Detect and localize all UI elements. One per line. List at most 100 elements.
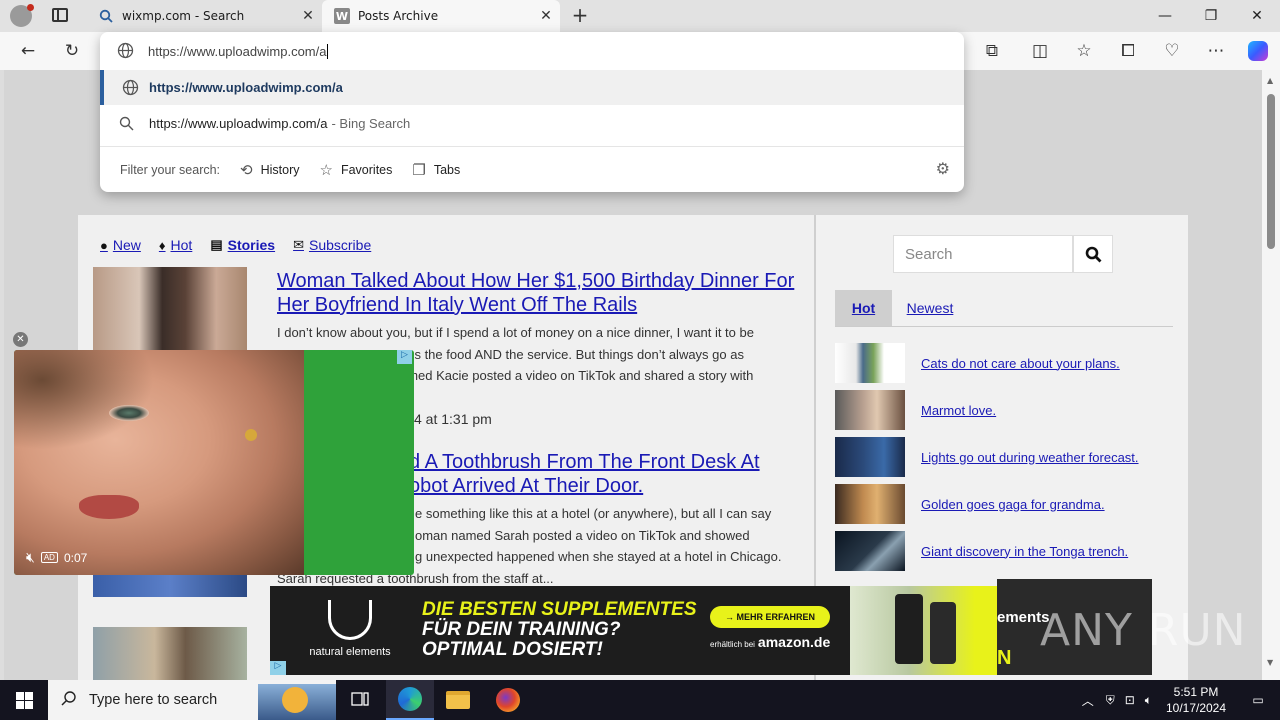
close-icon[interactable]: ✕ (13, 332, 28, 347)
close-icon[interactable]: ✕ (294, 8, 322, 24)
tabs-icon: ❐ (412, 161, 426, 179)
sidebar-item[interactable]: Lights go out during weather forecast. (835, 437, 1175, 477)
firefox-logo (496, 688, 520, 712)
search-button[interactable] (1073, 235, 1113, 273)
chip-label: Favorites (340, 162, 393, 177)
filter-tabs[interactable]: ❐ Tabs (412, 161, 460, 179)
story-thumbnail[interactable] (93, 627, 247, 680)
more-menu-icon[interactable]: ⋯ (1200, 35, 1232, 67)
banner-cta-button[interactable]: → MEHR ERFAHREN (710, 606, 830, 628)
security-icon[interactable]: ⛨ (1106, 693, 1115, 708)
volume-icon[interactable]: 🔈︎ (1145, 693, 1152, 708)
search-highlight-image (258, 684, 336, 720)
gear-icon[interactable]: ⚙ (936, 159, 950, 179)
profile-avatar[interactable] (10, 4, 34, 27)
tab-newest[interactable]: Newest (899, 290, 961, 326)
filter-favorites[interactable]: ☆ Favorites (320, 161, 393, 179)
minimize-button[interactable]: — (1142, 0, 1188, 32)
story-title[interactable]: d A Toothbrush From The Front Desk At ob… (409, 450, 809, 498)
tab-posts-archive[interactable]: W Posts Archive ✕ (322, 0, 560, 32)
item-link[interactable]: Cats do not care about your plans. (921, 356, 1120, 371)
new-tab-button[interactable]: + (568, 4, 592, 28)
nav-new[interactable]: ● New (100, 237, 141, 253)
window-close-button[interactable]: ✕ (1234, 0, 1280, 32)
mute-icon[interactable]: 🔇︎ (26, 549, 35, 566)
sidebar-item[interactable]: Marmot love. (835, 390, 1175, 430)
scroll-down-icon[interactable]: ▼ (1267, 658, 1273, 667)
favorites-star-icon[interactable]: ☆ (1068, 35, 1100, 67)
notifications-icon[interactable]: ▭ (1236, 693, 1280, 707)
video-eye (109, 405, 149, 421)
scroll-thumb[interactable] (1267, 94, 1275, 249)
flame-icon: ♦ (158, 237, 166, 253)
history-icon: ⟲ (240, 161, 253, 179)
notification-dot (27, 4, 34, 11)
nav-stories[interactable]: ▤ Stories (210, 237, 275, 253)
brand-logo-icon (328, 600, 372, 640)
tab-bar: wixmp.com - Search ✕ W Posts Archive ✕ +… (0, 0, 1280, 32)
item-link[interactable]: Marmot love. (921, 403, 996, 418)
sidebar-item[interactable]: Giant discovery in the Tonga trench. (835, 531, 1175, 571)
start-button[interactable] (0, 680, 48, 720)
story-title[interactable]: Woman Talked About How Her $1,500 Birthd… (277, 269, 797, 317)
clock[interactable]: 5:51 PM 10/17/2024 (1156, 684, 1236, 716)
filter-history[interactable]: ⟲ History (240, 161, 299, 179)
tray-chevron-icon[interactable]: ︿ (1082, 692, 1094, 709)
address-text: https://www.uploadwimp.com/a (148, 43, 327, 59)
tab-hot[interactable]: Hot (835, 290, 892, 326)
scroll-up-icon[interactable]: ▲ (1267, 76, 1273, 85)
excerpt-line: I don’t know about you, but if I spend a… (277, 325, 754, 340)
restore-button[interactable]: ❐ (1188, 0, 1234, 32)
extensions-icon[interactable]: ⧉ (976, 35, 1008, 67)
file-explorer-icon[interactable] (434, 680, 482, 720)
tab-actions-icon[interactable] (52, 8, 68, 22)
story-thumbnail[interactable] (93, 267, 247, 352)
sidebar-item[interactable]: Golden goes gaga for grandma. (835, 484, 1175, 524)
item-link[interactable]: Golden goes gaga for grandma. (921, 497, 1105, 512)
adchoices-icon[interactable]: ▷ (397, 350, 412, 364)
suggestion-url[interactable]: https://www.uploadwimp.com/a (100, 70, 964, 105)
story-date: 4 at 1:31 pm (414, 411, 492, 427)
video-ad[interactable]: ▷ (14, 350, 414, 575)
sun-graphic (282, 687, 308, 713)
split-screen-icon[interactable]: ◫ (1024, 35, 1056, 67)
tab-title: wixmp.com - Search (122, 9, 245, 23)
nav-hot[interactable]: ♦ Hot (159, 237, 192, 253)
folder-icon (446, 691, 470, 709)
item-thumbnail (835, 484, 905, 524)
nav-subscribe[interactable]: ✉ Subscribe (293, 237, 371, 253)
suggestion-bing-search[interactable]: https://www.uploadwimp.com/a - Bing Sear… (100, 106, 964, 141)
close-icon[interactable]: ✕ (532, 8, 560, 24)
item-link[interactable]: Giant discovery in the Tonga trench. (921, 544, 1128, 559)
item-link[interactable]: Lights go out during weather forecast. (921, 450, 1139, 465)
firefox-icon[interactable] (484, 680, 532, 720)
suggestion-suffix: - Bing Search (331, 116, 411, 131)
sidebar-item[interactable]: Cats do not care about your plans. (835, 343, 1175, 383)
task-view-icon[interactable] (336, 680, 384, 720)
collections-icon[interactable]: ⧠ (1112, 35, 1144, 67)
page-scrollbar[interactable]: ▲ ▼ (1262, 70, 1280, 680)
edge-taskbar-icon[interactable] (386, 680, 434, 720)
chip-label: Tabs (433, 162, 461, 177)
amazon-prefix: erhältlich bei (710, 640, 755, 649)
clock-time: 5:51 PM (1173, 685, 1219, 699)
back-button[interactable]: ← (12, 35, 44, 67)
banner-ad[interactable]: natural elements DIE BESTEN SUPPLEMENTES… (270, 586, 997, 675)
sidebar-search-input[interactable]: Search (893, 235, 1073, 273)
amazon-label: erhältlich bei amazon.de (710, 634, 830, 650)
adchoices-icon[interactable]: ▷ (270, 661, 286, 675)
refresh-button[interactable]: ↻ (56, 35, 88, 67)
copilot-icon[interactable] (1242, 35, 1274, 67)
taskbar-search[interactable]: Type here to search (48, 680, 336, 720)
nav-label: Subscribe (308, 237, 372, 253)
browser-essentials-icon[interactable]: ♡ (1156, 35, 1188, 67)
brand-name: natural elements (309, 646, 391, 658)
globe-icon (121, 79, 139, 97)
tab-title: Posts Archive (358, 9, 439, 23)
address-bar-input[interactable]: https://www.uploadwimp.com/a (100, 32, 964, 70)
nav-label: New (112, 237, 141, 253)
tab-search[interactable]: wixmp.com - Search ✕ (86, 0, 322, 32)
network-icon[interactable]: ⊡ (1125, 693, 1135, 707)
product-image (850, 586, 997, 675)
clock-date: 10/17/2024 (1165, 701, 1227, 715)
